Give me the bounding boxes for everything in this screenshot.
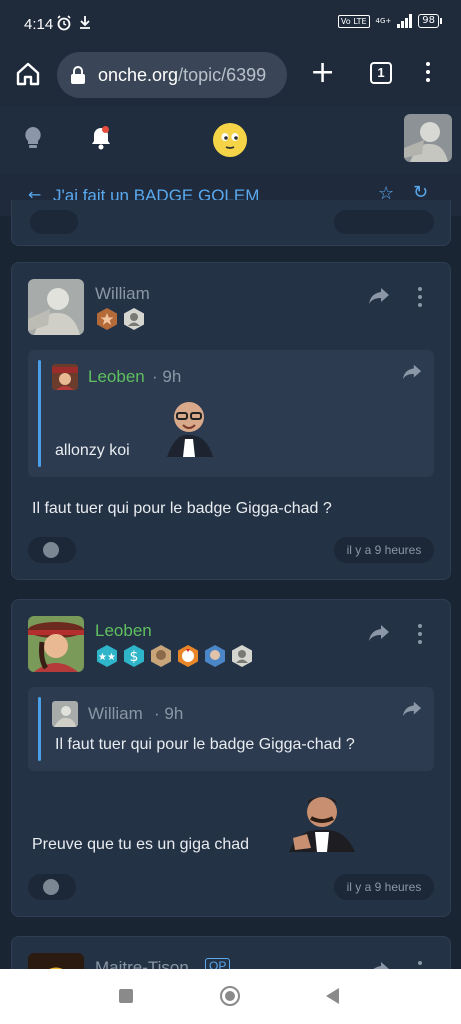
signal-icon xyxy=(397,14,413,28)
quote-bar xyxy=(38,360,41,467)
badge-chicken-icon[interactable] xyxy=(176,644,200,668)
avatar[interactable] xyxy=(28,279,84,335)
new-tab-button[interactable]: + xyxy=(310,58,335,88)
recents-button[interactable] xyxy=(119,989,133,1003)
home-icon xyxy=(16,62,40,86)
status-indicators: Vo LTE 4G+ 98 xyxy=(337,14,442,28)
quote-time: · 9h xyxy=(152,367,182,386)
reaction-button[interactable] xyxy=(30,210,78,234)
site-header xyxy=(0,106,461,174)
quote-time-value: 9h xyxy=(164,704,184,723)
quote-block: Leoben · 9h allonzy koi xyxy=(28,350,434,477)
alarm-icon xyxy=(56,15,72,34)
author-name[interactable]: William xyxy=(95,284,150,304)
post-card: Leoben ★★ $ William · 9h Il faut tuer qu… xyxy=(11,599,451,917)
network-type: 4G+ xyxy=(375,16,392,25)
home-button[interactable] xyxy=(14,60,44,90)
emoji-face-icon xyxy=(43,879,59,895)
quote-author[interactable]: William xyxy=(88,704,143,724)
quote-avatar[interactable] xyxy=(52,701,78,727)
status-bar: 4:14 Vo LTE 4G+ 98 xyxy=(0,0,461,48)
svg-text:★★: ★★ xyxy=(98,652,116,663)
back-nav-button[interactable] xyxy=(326,988,339,1004)
home-nav-button[interactable] xyxy=(220,986,240,1006)
badge-face-icon[interactable] xyxy=(149,644,173,668)
quote-author[interactable]: Leoben xyxy=(88,367,145,387)
status-time: 4:14 xyxy=(24,16,54,33)
download-icon xyxy=(79,15,91,32)
quote-block: William · 9h Il faut tuer qui pour le ba… xyxy=(28,687,434,771)
notification-dot xyxy=(102,126,109,133)
url-path: /topic/6399 xyxy=(178,65,267,85)
volte-indicator: Vo LTE xyxy=(337,14,370,28)
browser-menu-button[interactable] xyxy=(424,62,432,86)
emoji-face-icon xyxy=(43,542,59,558)
quote-avatar[interactable] xyxy=(52,364,78,390)
post-card: William Leoben · 9h allonzy koi Il faut … xyxy=(11,262,451,580)
quote-time: · 9h xyxy=(154,704,184,723)
badge-portrait-icon[interactable] xyxy=(203,644,227,668)
quote-text: Il faut tuer qui pour le badge Gigga-cha… xyxy=(55,736,355,753)
badge-statue-icon[interactable] xyxy=(230,644,254,668)
post-menu-button[interactable] xyxy=(417,287,423,307)
reaction-button[interactable] xyxy=(28,537,76,563)
badge-two-stars-icon[interactable]: ★★ xyxy=(95,644,119,668)
url-text: onche.org/topic/6399 xyxy=(98,65,266,86)
url-host: onche.org xyxy=(98,65,179,85)
sticker-image xyxy=(285,790,359,852)
browser-toolbar: onche.org/topic/6399 + 1 xyxy=(0,48,461,106)
post-menu-button[interactable] xyxy=(417,624,423,644)
badge-dollar-icon[interactable]: $ xyxy=(122,644,146,668)
sticker-image xyxy=(163,395,225,457)
site-logo-icon[interactable] xyxy=(212,122,248,158)
post-timestamp: il y a 9 heures xyxy=(334,537,434,563)
quote-time-value: 9h xyxy=(162,367,182,386)
badge-bronze-star-icon[interactable] xyxy=(95,307,119,331)
quote-text: allonzy koi xyxy=(55,442,130,459)
quote-bar xyxy=(38,697,41,761)
share-icon[interactable] xyxy=(368,285,390,307)
previous-post-footer xyxy=(11,200,451,246)
address-bar[interactable]: onche.org/topic/6399 xyxy=(57,52,287,98)
user-avatar[interactable] xyxy=(404,114,452,162)
badge-statue-icon[interactable] xyxy=(122,307,146,331)
post-message: Il faut tuer qui pour le badge Gigga-cha… xyxy=(32,500,332,517)
svg-text:$: $ xyxy=(130,649,139,665)
system-nav-bar xyxy=(0,969,461,1024)
author-name[interactable]: Leoben xyxy=(95,621,152,641)
post-timestamp xyxy=(334,210,434,234)
reaction-button[interactable] xyxy=(28,874,76,900)
tab-switcher-button[interactable]: 1 xyxy=(370,62,392,84)
avatar[interactable] xyxy=(28,616,84,672)
lock-icon xyxy=(71,66,85,84)
share-icon[interactable] xyxy=(368,622,390,644)
post-timestamp: il y a 9 heures xyxy=(334,874,434,900)
quote-share-icon[interactable] xyxy=(402,362,422,382)
post-message: Preuve que tu es un giga chad xyxy=(32,836,250,853)
quote-share-icon[interactable] xyxy=(402,699,422,719)
battery-icon: 98 xyxy=(418,14,442,28)
lightbulb-icon[interactable] xyxy=(22,126,44,155)
